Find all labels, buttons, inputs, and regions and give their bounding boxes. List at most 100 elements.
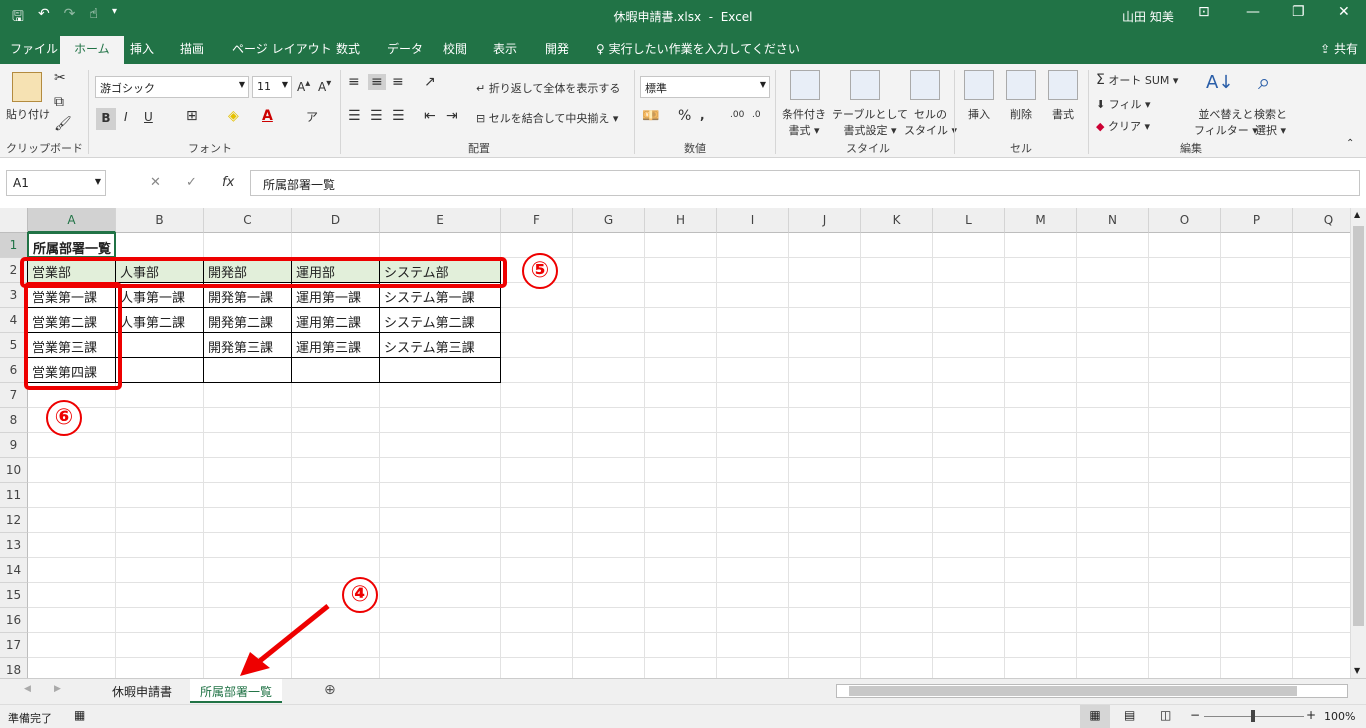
row-header-9[interactable]: 9 xyxy=(0,433,28,458)
column-header-D[interactable]: D xyxy=(292,208,380,233)
format-cells-button[interactable]: 書式 xyxy=(1052,106,1074,122)
formula-input[interactable]: 所属部署一覧 xyxy=(250,170,1360,196)
cell-E4[interactable]: システム第二課 xyxy=(379,307,501,333)
insert-cells-icon[interactable] xyxy=(964,70,994,100)
paste-icon[interactable] xyxy=(12,72,42,102)
tab-formulas[interactable]: 数式 xyxy=(336,40,360,57)
enter-icon[interactable]: ✓ xyxy=(186,175,197,190)
page-break-view-icon[interactable]: ◫ xyxy=(1160,708,1171,722)
tab-page-layout[interactable]: ページ レイアウト xyxy=(232,40,332,57)
zoom-out-icon[interactable]: − xyxy=(1190,708,1200,722)
tab-insert[interactable]: 挿入 xyxy=(130,40,154,57)
increase-indent-icon[interactable]: ⇥ xyxy=(446,108,458,124)
tab-file[interactable]: ファイル xyxy=(10,40,58,57)
user-name[interactable]: 山田 知美 xyxy=(1122,8,1174,25)
tell-me-box[interactable]: ♀ 実行したい作業を入力してください xyxy=(596,40,800,57)
zoom-slider-thumb[interactable] xyxy=(1251,710,1255,722)
row-header-8[interactable]: 8 xyxy=(0,408,28,433)
copy-icon[interactable]: ⧉ xyxy=(54,94,64,110)
cell-D4[interactable]: 運用第二課 xyxy=(291,307,380,333)
comma-icon[interactable]: , xyxy=(700,108,705,122)
cut-icon[interactable]: ✂ xyxy=(54,70,66,86)
find-icon[interactable]: ⌕ xyxy=(1258,70,1270,95)
delete-cells-icon[interactable] xyxy=(1006,70,1036,100)
column-header-H[interactable]: H xyxy=(645,208,717,233)
fill-button[interactable]: ⬇ フィル ▾ xyxy=(1096,96,1151,112)
cell-A1[interactable]: 所属部署一覧 xyxy=(27,232,116,258)
align-center-icon[interactable]: ☰ xyxy=(370,108,383,124)
currency-icon[interactable]: 💴 xyxy=(642,108,659,124)
column-header-Q[interactable]: Q xyxy=(1293,208,1350,233)
sort-filter-icon[interactable]: A↓ xyxy=(1206,72,1233,93)
cancel-icon[interactable]: ✕ xyxy=(150,175,161,190)
horizontal-scrollbar[interactable] xyxy=(836,684,1348,698)
vertical-scrollbar[interactable]: ▲ ▼ xyxy=(1350,208,1366,678)
cell-styles-icon[interactable] xyxy=(910,70,940,100)
tab-home[interactable]: ホーム xyxy=(60,36,124,64)
zoom-level[interactable]: 100% xyxy=(1324,710,1355,723)
font-size-select[interactable]: 11 ▼ xyxy=(252,76,292,98)
zoom-in-icon[interactable]: + xyxy=(1306,708,1316,722)
cell-D6[interactable] xyxy=(291,357,380,383)
cell-C4[interactable]: 開発第二課 xyxy=(203,307,292,333)
tab-developer[interactable]: 開発 xyxy=(545,40,569,57)
tab-data[interactable]: データ xyxy=(387,40,423,57)
clear-button[interactable]: ◆ クリア ▾ xyxy=(1096,118,1150,134)
column-header-F[interactable]: F xyxy=(501,208,573,233)
next-sheet-icon[interactable]: ▶ xyxy=(54,684,61,694)
paste-button[interactable]: 貼り付け xyxy=(6,106,50,122)
row-header-10[interactable]: 10 xyxy=(0,458,28,483)
fill-color-icon[interactable]: ◈ xyxy=(228,108,239,124)
align-bottom-icon[interactable]: ≡ xyxy=(392,74,404,90)
cell-styles-button[interactable]: セルの スタイル ▾ xyxy=(904,106,957,138)
cell-D5[interactable]: 運用第三課 xyxy=(291,332,380,358)
merge-center-button[interactable]: ⊟ セルを結合して中央揃え ▾ xyxy=(476,110,618,126)
decrease-decimal-icon[interactable]: .0 xyxy=(752,110,761,120)
decrease-font-icon[interactable]: A▾ xyxy=(318,78,331,94)
select-all-corner[interactable] xyxy=(0,208,28,233)
column-header-K[interactable]: K xyxy=(861,208,933,233)
scroll-up-icon[interactable]: ▲ xyxy=(1354,210,1360,219)
increase-decimal-icon[interactable]: .00 xyxy=(730,110,744,120)
insert-cells-button[interactable]: 挿入 xyxy=(968,106,990,122)
cell-B5[interactable] xyxy=(115,332,204,358)
column-header-E[interactable]: E xyxy=(380,208,501,233)
hscroll-thumb[interactable] xyxy=(849,686,1297,696)
page-layout-view-icon[interactable]: ▤ xyxy=(1124,708,1135,722)
underline-button[interactable]: U xyxy=(144,110,153,124)
sheet-tab-departments[interactable]: 所属部署一覧 xyxy=(190,679,283,703)
column-header-C[interactable]: C xyxy=(204,208,292,233)
cell-C6[interactable] xyxy=(203,357,292,383)
column-header-N[interactable]: N xyxy=(1077,208,1149,233)
restore-icon[interactable]: ❐ xyxy=(1292,4,1305,20)
align-left-icon[interactable]: ☰ xyxy=(348,108,361,124)
column-header-B[interactable]: B xyxy=(116,208,204,233)
cell-B6[interactable] xyxy=(115,357,204,383)
scroll-down-icon[interactable]: ▼ xyxy=(1354,666,1360,675)
row-header-12[interactable]: 12 xyxy=(0,508,28,533)
prev-sheet-icon[interactable]: ◀ xyxy=(24,684,31,694)
share-button[interactable]: ⇪ 共有 xyxy=(1320,40,1358,57)
sort-filter-button[interactable]: 並べ替えと フィルター ▾ xyxy=(1194,106,1258,138)
font-name-select[interactable]: 游ゴシック ▼ xyxy=(95,76,249,98)
autosum-button[interactable]: Σ オート SUM ▾ xyxy=(1096,72,1178,88)
cell-E6[interactable] xyxy=(379,357,501,383)
format-as-table-icon[interactable] xyxy=(850,70,880,100)
column-header-P[interactable]: P xyxy=(1221,208,1293,233)
sheet-tab-vacation[interactable]: 休暇申請書 xyxy=(102,679,182,703)
row-header-16[interactable]: 16 xyxy=(0,608,28,633)
orientation-icon[interactable]: ↗ xyxy=(424,74,436,90)
column-header-G[interactable]: G xyxy=(573,208,645,233)
close-icon[interactable]: ✕ xyxy=(1338,4,1350,20)
wrap-text-button[interactable]: ↵ 折り返して全体を表示する xyxy=(476,80,620,96)
conditional-format-button[interactable]: 条件付き 書式 ▾ xyxy=(782,106,826,138)
normal-view-icon[interactable]: ▦ xyxy=(1080,705,1110,728)
row-header-1[interactable]: 1 xyxy=(0,233,28,258)
row-header-18[interactable]: 18 xyxy=(0,658,28,678)
percent-icon[interactable]: % xyxy=(678,108,691,124)
borders-icon[interactable]: ⊞ xyxy=(186,108,198,124)
scroll-thumb[interactable] xyxy=(1353,226,1364,626)
format-as-table-button[interactable]: テーブルとして 書式設定 ▾ xyxy=(832,106,908,138)
format-cells-icon[interactable] xyxy=(1048,70,1078,100)
collapse-ribbon-icon[interactable]: ⌃ xyxy=(1346,138,1354,149)
